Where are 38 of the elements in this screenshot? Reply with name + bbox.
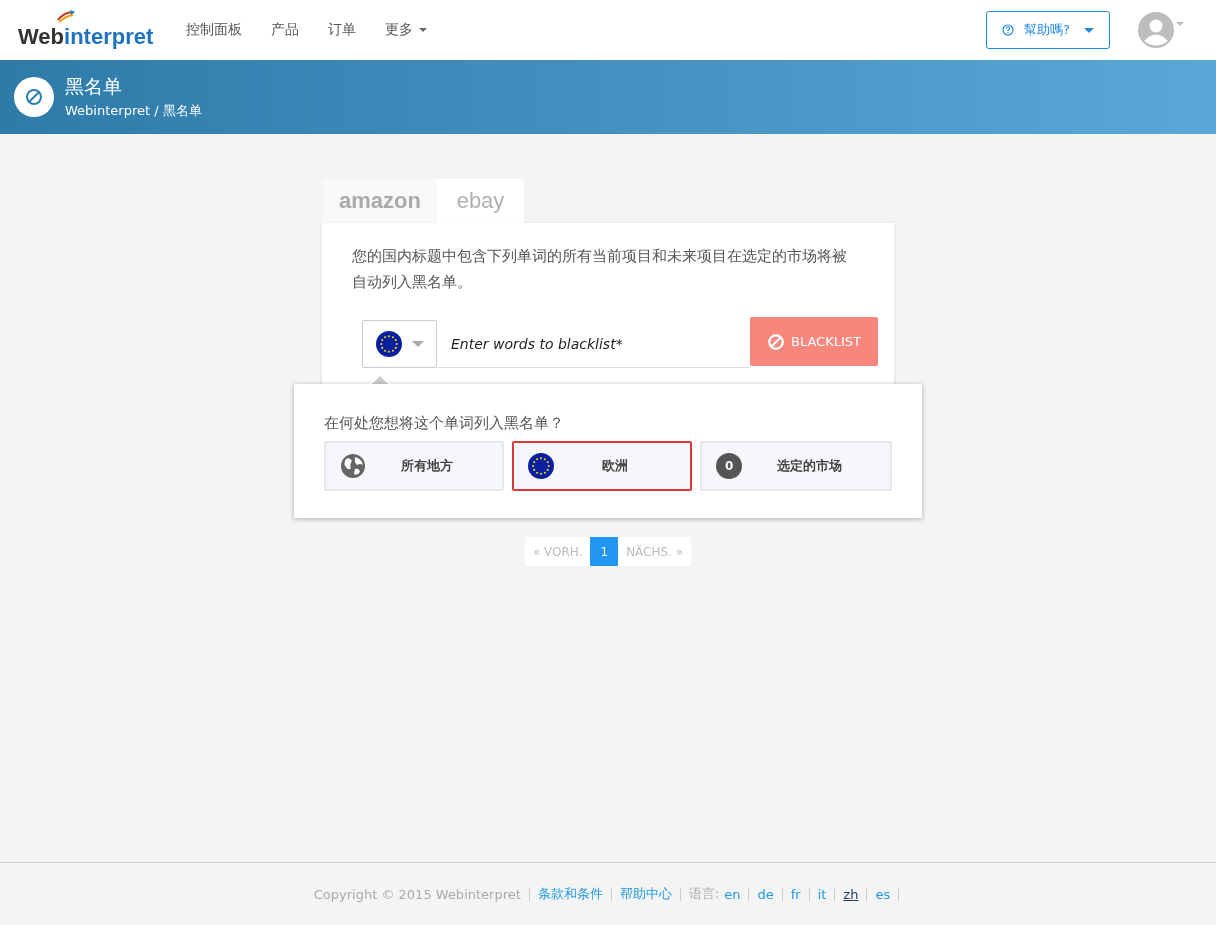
region-option[interactable]: 欧洲 [512,441,693,491]
footer-link[interactable]: 条款和条件 [537,885,603,903]
page-link[interactable]: 1 [590,537,619,566]
language-link[interactable]: es [875,886,891,902]
popup-pointer [372,376,388,384]
eu-flag-icon [528,453,555,479]
eu-flag-icon [375,331,402,357]
language-link[interactable]: zh [843,886,859,902]
logo[interactable]: Webinterpret [18,10,154,50]
page-title: 黑名单 [65,74,123,99]
copyright: Copyright © 2015 Webinterpret [313,886,521,902]
language-link[interactable]: en [724,886,741,902]
region-option[interactable]: 0 选定的市场 [700,441,892,491]
nav-link[interactable]: 订单 [328,21,357,39]
marketplace-tab[interactable]: ebay [437,179,524,223]
blocked-icon [14,77,54,117]
region-dropdown[interactable] [362,320,437,368]
globe-icon [340,453,366,479]
region-option[interactable]: 所有地方 [324,441,505,491]
language-link[interactable]: de [757,886,774,902]
breadcrumb: Webinterpret / 黑名单 [65,102,202,120]
description: 您的国内标题中包含下列单词的所有当前项目和未来项目在选定的市场将被自动列入黑名单。 [352,246,848,293]
nav-link[interactable]: 控制面板 [186,21,243,39]
blacklist-button[interactable]: BLACKLIST [750,317,878,366]
language-link[interactable]: it [817,886,827,902]
logo-swoosh-icon [56,10,76,24]
language-link[interactable]: fr [790,886,801,902]
blocked-icon [767,332,785,351]
footer-link[interactable]: 帮助中心 [619,885,672,903]
language-label: 语言: [688,885,720,903]
popup-question: 在何处您想将这个单词列入黑名单？ [324,414,565,433]
help-icon [1002,24,1015,36]
nav-link[interactable]: 产品 [271,21,300,39]
avatar-icon[interactable] [1138,12,1174,48]
help-button[interactable]: 幫助嗎? [986,11,1110,49]
count-badge: 0 [716,453,743,479]
marketplace-tab[interactable]: amazon [323,179,437,223]
nav-link[interactable]: 更多 [385,21,428,39]
